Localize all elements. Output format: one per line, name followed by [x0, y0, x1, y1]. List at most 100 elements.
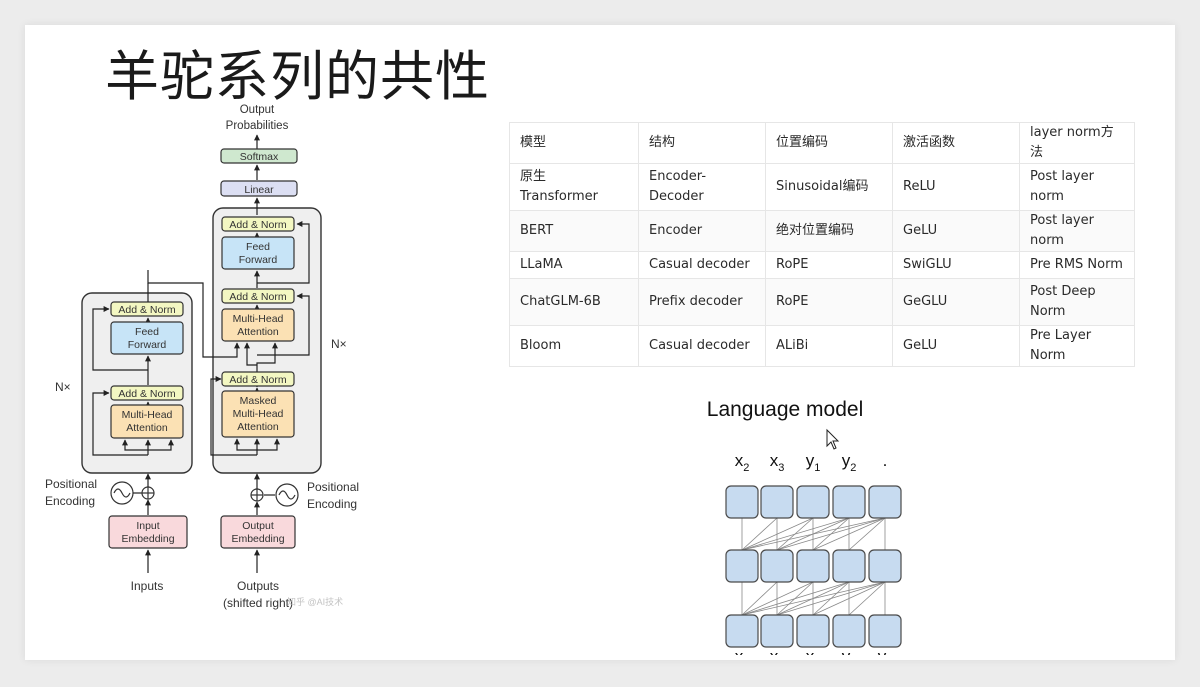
table-row: Bloom Casual decoder ALiBi GeLU Pre Laye…	[509, 325, 1135, 367]
lm-node	[760, 614, 794, 648]
lm-node	[868, 614, 902, 648]
lm-node	[868, 485, 902, 519]
svg-text:Forward: Forward	[128, 339, 167, 351]
outputs-label: Outputs	[237, 579, 279, 593]
table-cell: Pre RMS Norm	[1019, 251, 1135, 279]
svg-text:Forward: Forward	[239, 254, 278, 266]
table-cell: Casual decoder	[638, 325, 766, 367]
svg-text:Multi-Head: Multi-Head	[122, 409, 173, 421]
lm-token: .	[883, 451, 888, 470]
table-cell: GeLU	[892, 325, 1020, 367]
svg-text:Embedding: Embedding	[231, 533, 284, 545]
svg-text:Add & Norm: Add & Norm	[118, 388, 175, 400]
lm-node	[796, 549, 830, 583]
table-cell: RoPE	[765, 278, 893, 326]
encoder-block	[81, 292, 193, 474]
table-cell: Sinusoidal编码	[765, 163, 893, 211]
table-header-cell: layer norm方法	[1019, 122, 1135, 164]
lm-nodes	[725, 485, 902, 648]
lm-node	[832, 549, 866, 583]
svg-text:Attention: Attention	[237, 326, 279, 338]
lm-node	[760, 549, 794, 583]
lm-connection	[741, 517, 850, 551]
lm-node	[725, 485, 759, 519]
table-cell: ALiBi	[765, 325, 893, 367]
svg-text:Output: Output	[242, 520, 274, 532]
lm-connection	[741, 581, 850, 616]
svg-text:Attention: Attention	[237, 421, 279, 433]
table-cell: SwiGLU	[892, 251, 1020, 279]
svg-text:Softmax: Softmax	[240, 151, 279, 163]
lm-node	[832, 485, 866, 519]
table-row: LLaMA Casual decoder RoPE SwiGLU Pre RMS…	[509, 251, 1135, 279]
svg-text:Add & Norm: Add & Norm	[118, 304, 175, 316]
table-cell: 原生 Transformer	[509, 163, 639, 211]
lm-connection	[741, 517, 778, 551]
lm-token: x1	[735, 647, 750, 655]
lm-node	[868, 549, 902, 583]
encoder-positional-encoding-label: Encoding	[45, 494, 95, 508]
lm-node	[725, 549, 759, 583]
table-row: 原生 Transformer Encoder-Decoder Sinusoida…	[509, 163, 1135, 211]
lm-connection	[848, 517, 886, 551]
watermark: 知乎 @AI技术	[287, 596, 343, 607]
table-cell: 绝对位置编码	[765, 210, 893, 252]
svg-text:Add & Norm: Add & Norm	[229, 219, 286, 231]
lm-node	[725, 614, 759, 648]
lm-connection	[776, 517, 886, 551]
svg-text:Multi-Head: Multi-Head	[233, 408, 284, 420]
table-cell: Pre Layer Norm	[1019, 325, 1135, 367]
lm-connection	[741, 517, 814, 551]
lm-connection	[776, 581, 886, 616]
table-header-cell: 位置编码	[765, 122, 893, 164]
table-cell: Encoder	[638, 210, 766, 252]
svg-text:Add & Norm: Add & Norm	[229, 374, 286, 386]
lm-token: x2	[770, 647, 785, 655]
lm-token: x3	[770, 451, 785, 474]
svg-text:Masked: Masked	[240, 395, 277, 407]
lm-connection	[741, 581, 778, 616]
language-model-title: Language model	[707, 398, 863, 421]
table-cell: Post Deep Norm	[1019, 278, 1135, 326]
table-cell: ChatGLM-6B	[509, 278, 639, 326]
cursor-icon	[826, 428, 840, 450]
lm-top-tokens: x2 x3 y1 y2.	[735, 451, 888, 474]
table-cell: GeGLU	[892, 278, 1020, 326]
encoder-nx-label: N×	[55, 380, 71, 394]
model-comparison-table: 模型 结构 位置编码 激活函数 layer norm方法 原生 Transfor…	[509, 122, 1135, 367]
lm-token: x3	[806, 647, 821, 655]
svg-text:Feed: Feed	[246, 241, 270, 253]
table-header-cell: 激活函数	[892, 122, 1020, 164]
svg-text:Embedding: Embedding	[121, 533, 174, 545]
transformer-diagram: Output Probabilities Softmax Linear Add …	[45, 104, 359, 610]
table-cell: Post layer norm	[1019, 163, 1135, 211]
table-header-row: 模型 结构 位置编码 激活函数 layer norm方法	[509, 122, 1135, 164]
table-header-cell: 结构	[638, 122, 766, 164]
slide: 羊驼系列的共性 Output Probabilities Softmax Lin…	[25, 25, 1175, 660]
table-row: BERT Encoder 绝对位置编码 GeLU Post layer norm	[509, 210, 1135, 252]
table-cell: RoPE	[765, 251, 893, 279]
table-cell: LLaMA	[509, 251, 639, 279]
output-probabilities-label: Probabilities	[226, 120, 289, 132]
outputs-label: (shifted right)	[223, 596, 293, 610]
lm-node	[832, 614, 866, 648]
svg-text:Multi-Head: Multi-Head	[233, 313, 284, 325]
inputs-label: Inputs	[131, 579, 164, 593]
table-cell: Prefix decoder	[638, 278, 766, 326]
table-cell: BERT	[509, 210, 639, 252]
lm-token: y1	[842, 647, 857, 655]
svg-text:Linear: Linear	[244, 184, 274, 196]
svg-text:Add & Norm: Add & Norm	[229, 291, 286, 303]
language-model-diagram: Language model x2 x3 y1 y2. x1 x2 x3 y1 y2	[707, 398, 902, 655]
lm-node	[796, 485, 830, 519]
lm-node	[760, 485, 794, 519]
lm-token: x2	[735, 451, 750, 474]
lm-connection	[741, 517, 886, 551]
table-cell: Casual decoder	[638, 251, 766, 279]
table-cell: Bloom	[509, 325, 639, 367]
table-cell: ReLU	[892, 163, 1020, 211]
table-cell: Post layer norm	[1019, 210, 1135, 252]
lm-node	[796, 614, 830, 648]
table-cell: GeLU	[892, 210, 1020, 252]
lm-bottom-tokens: x1 x2 x3 y1 y2	[735, 647, 887, 655]
